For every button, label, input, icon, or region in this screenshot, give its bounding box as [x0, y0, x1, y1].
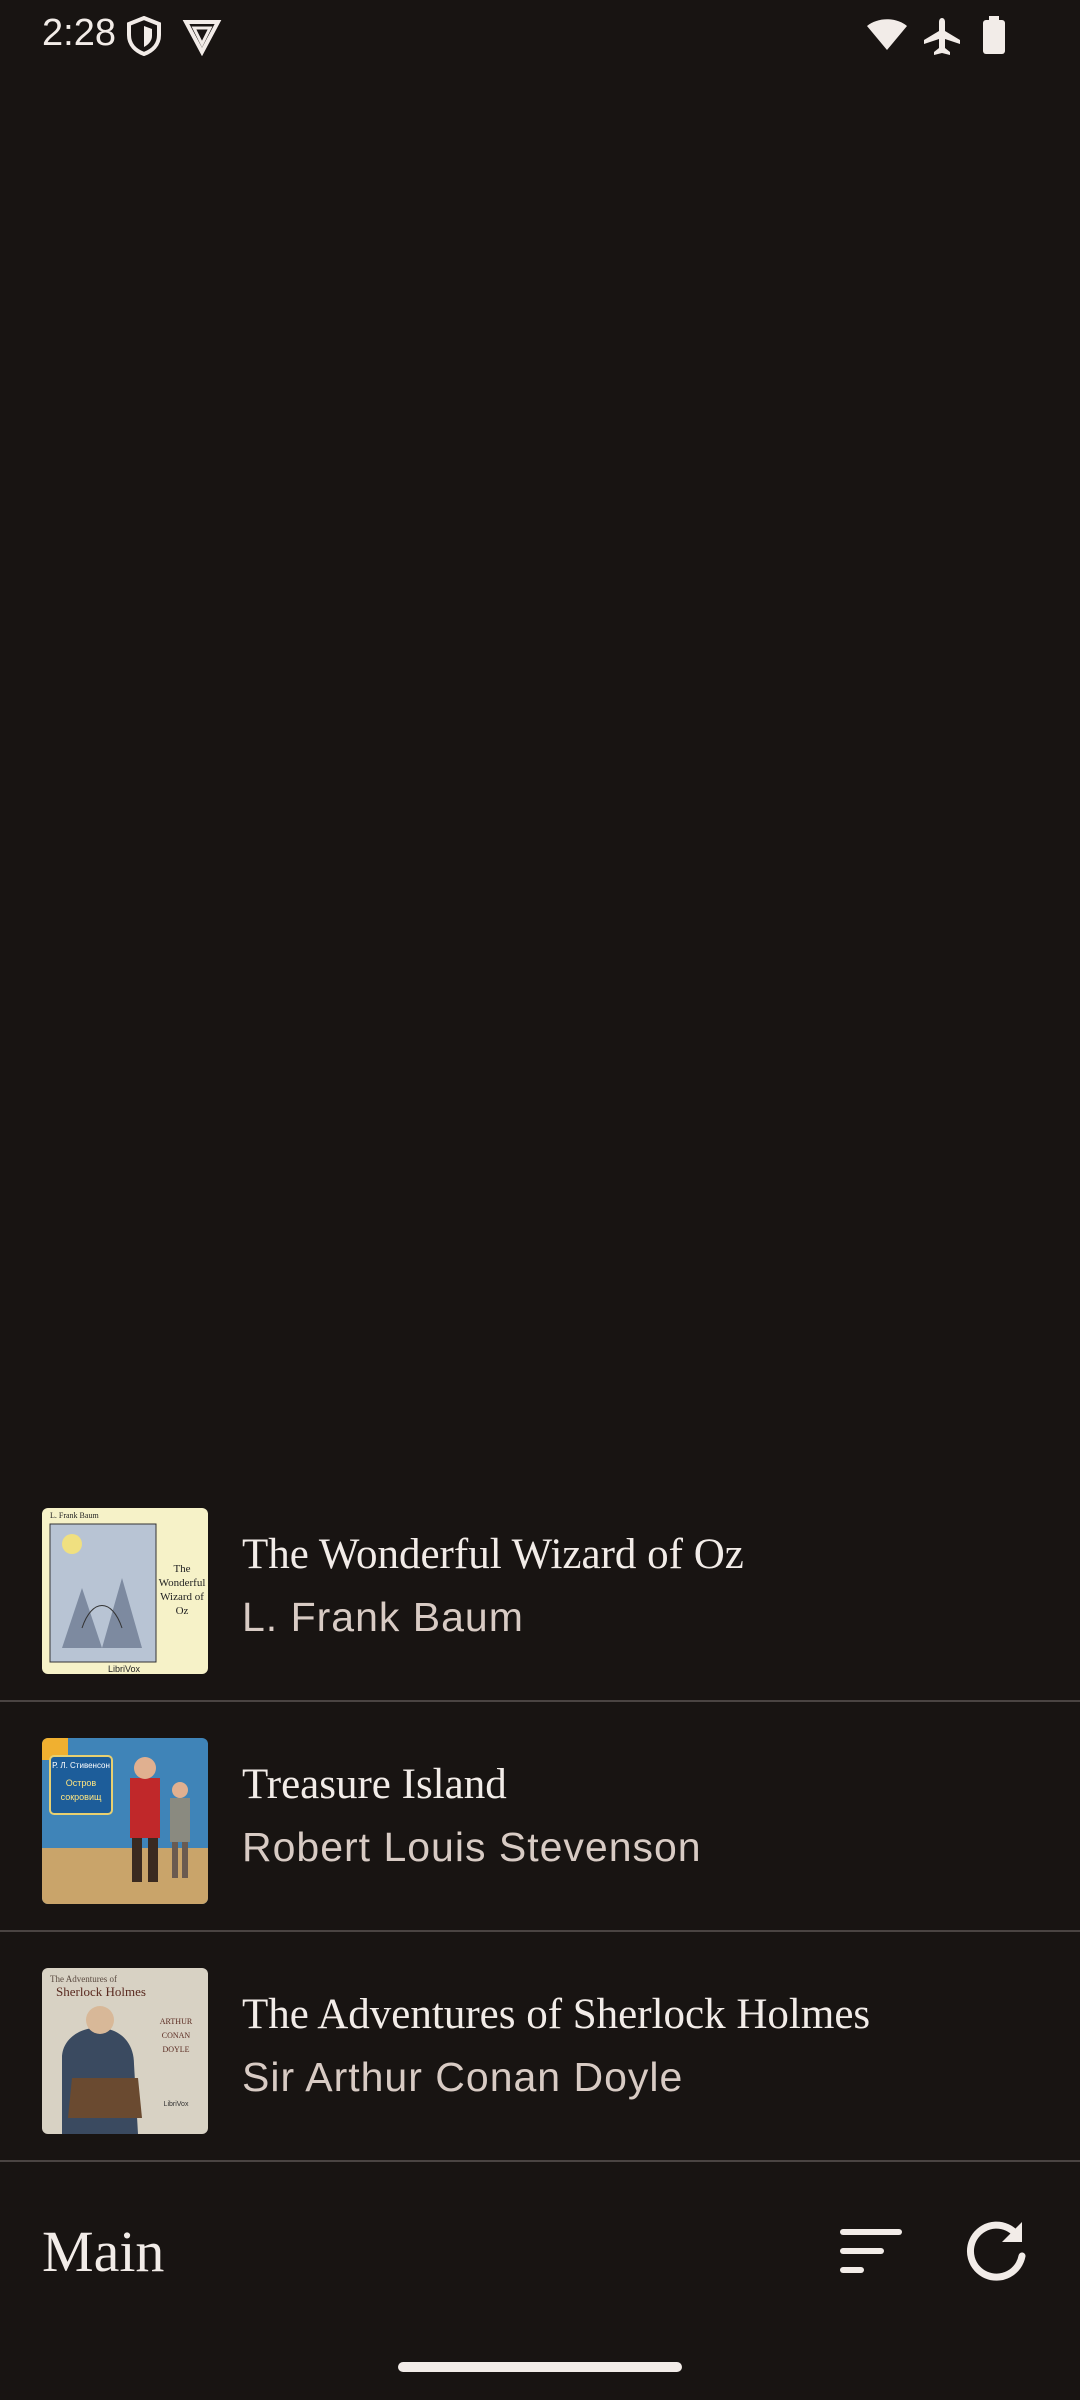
- svg-text:The Adventures of: The Adventures of: [50, 1974, 117, 1984]
- sort-button[interactable]: [826, 2206, 916, 2296]
- book-item[interactable]: L. Frank Baum The Wonderful Wizard of Oz…: [0, 1472, 1080, 1702]
- svg-text:The: The: [173, 1563, 190, 1575]
- refresh-icon: [966, 2221, 1026, 2281]
- svg-text:DOYLE: DOYLE: [162, 2045, 189, 2054]
- svg-text:Oz: Oz: [176, 1605, 189, 1617]
- svg-text:Wizard of: Wizard of: [160, 1591, 204, 1603]
- page-title: Main: [42, 2219, 165, 2284]
- status-bar: 2:28: [0, 0, 1080, 72]
- book-title: The Adventures of Sherlock Holmes: [242, 1991, 871, 2038]
- gesture-nav-handle[interactable]: [398, 2362, 682, 2372]
- refresh-button[interactable]: [952, 2206, 1042, 2296]
- book-author: Sir Arthur Conan Doyle: [242, 2054, 684, 2100]
- book-cover: Р. Л. Стивенсон Остров сокровищ: [42, 1738, 208, 1904]
- airplane-icon: [924, 18, 960, 55]
- bottom-bar: Main: [0, 2170, 1080, 2330]
- status-time: 2:28: [42, 12, 116, 54]
- book-author: Robert Louis Stevenson: [242, 1824, 702, 1870]
- cover-text: LibriVox: [164, 2101, 189, 2108]
- svg-text:Wonderful: Wonderful: [159, 1577, 206, 1589]
- book-list: L. Frank Baum The Wonderful Wizard of Oz…: [0, 1472, 1080, 2162]
- book-title: Treasure Island: [242, 1761, 507, 1808]
- svg-text:Sherlock Holmes: Sherlock Holmes: [56, 1984, 146, 1999]
- svg-text:Остров: Остров: [66, 1778, 97, 1788]
- svg-text:ARTHUR: ARTHUR: [160, 2017, 193, 2026]
- vpn-icon: [182, 20, 222, 56]
- book-item[interactable]: Р. Л. Стивенсон Остров сокровищ Treasure…: [0, 1702, 1080, 1932]
- battery-icon: [983, 16, 1005, 54]
- book-cover: L. Frank Baum The Wonderful Wizard of Oz…: [42, 1508, 208, 1674]
- cover-text: Р. Л. Стивенсон: [52, 1761, 110, 1770]
- cover-text: L. Frank Baum: [50, 1511, 99, 1520]
- svg-text:CONAN: CONAN: [162, 2031, 191, 2040]
- svg-text:сокровищ: сокровищ: [61, 1792, 102, 1802]
- wifi-icon: [867, 19, 907, 50]
- cover-text: LibriVox: [108, 1664, 141, 1674]
- shield-icon: [127, 16, 161, 56]
- book-title: The Wonderful Wizard of Oz: [242, 1531, 744, 1578]
- book-cover: The Adventures of Sherlock Holmes ARTHUR…: [42, 1968, 208, 2134]
- book-item[interactable]: The Adventures of Sherlock Holmes ARTHUR…: [0, 1932, 1080, 2162]
- book-author: L. Frank Baum: [242, 1594, 524, 1640]
- sort-icon: [840, 2229, 902, 2273]
